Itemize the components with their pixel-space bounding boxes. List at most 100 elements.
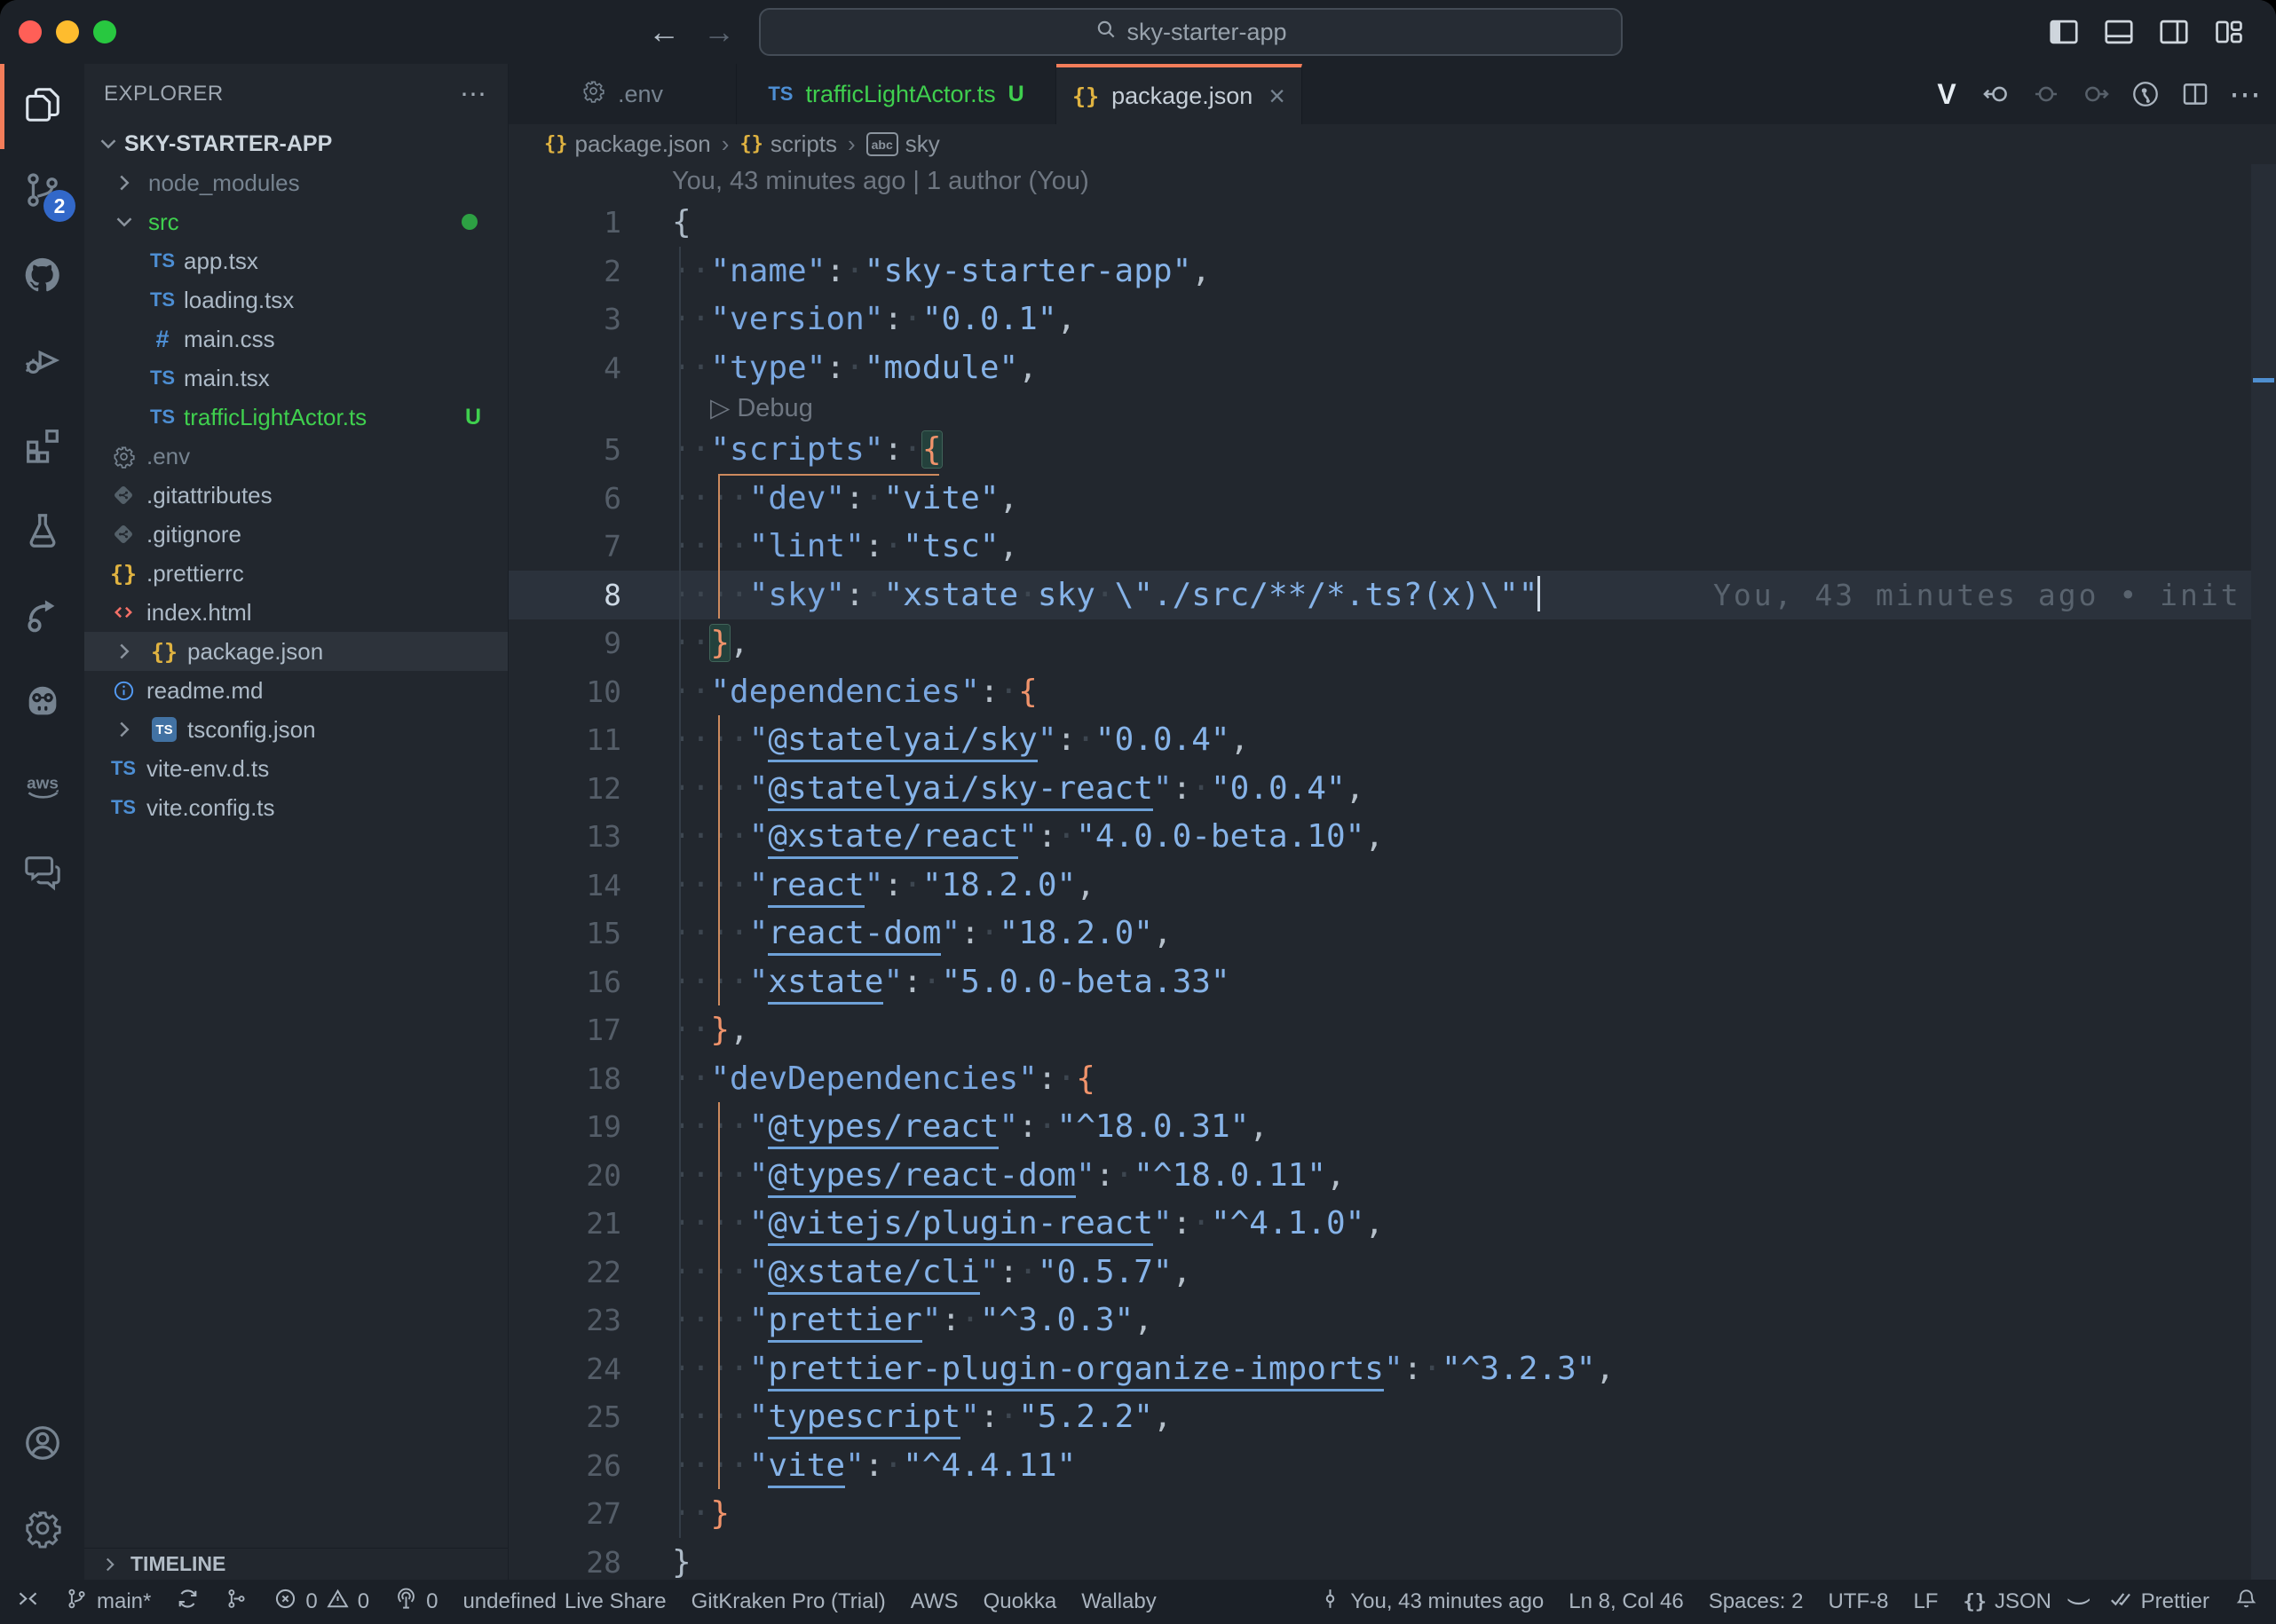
- tree-item-main-tsx[interactable]: TSmain.tsx: [84, 359, 508, 398]
- status-notifications[interactable]: [2234, 1587, 2258, 1617]
- activity-explorer-button[interactable]: [0, 64, 84, 149]
- code-line-17[interactable]: 17··},: [509, 1005, 2251, 1054]
- activity-settings-button[interactable]: [0, 1487, 84, 1573]
- status-prettier[interactable]: Prettier: [2109, 1587, 2209, 1617]
- status-sync[interactable]: [176, 1587, 200, 1617]
- open-changes-icon[interactable]: [2029, 79, 2063, 109]
- forward-arrow-icon[interactable]: →: [703, 12, 735, 51]
- tab-trafficlightactor[interactable]: TStrafficLightActor.tsU: [737, 64, 1056, 124]
- code-line-12[interactable]: 12····"@statelyai/sky-react":·"0.0.4",: [509, 764, 2251, 813]
- code-line-18[interactable]: 18··"devDependencies":·{: [509, 1054, 2251, 1103]
- code-line-10[interactable]: 10··"dependencies":·{: [509, 667, 2251, 716]
- status-encoding[interactable]: UTF-8: [1828, 1589, 1888, 1614]
- code-line-25[interactable]: 25····"typescript":·"5.2.2",: [509, 1392, 2251, 1441]
- code-line-23[interactable]: 23····"prettier":·"^3.0.3",: [509, 1296, 2251, 1344]
- tree-item-tsconfig-json[interactable]: TStsconfig.json: [84, 710, 508, 749]
- dependency-link[interactable]: react-dom: [768, 915, 941, 956]
- code-line-19[interactable]: 19····"@types/react":·"^18.0.31",: [509, 1102, 2251, 1151]
- status-gitkraken[interactable]: GitKraken Pro (Trial): [691, 1589, 886, 1614]
- tree-item-trafficlightactor-ts[interactable]: TStrafficLightActor.tsU: [84, 398, 508, 437]
- more-actions-icon[interactable]: ⋯: [2228, 75, 2262, 113]
- status-blame[interactable]: You, 43 minutes ago: [1318, 1587, 1544, 1617]
- code-line-3[interactable]: 3··"version":·"0.0.1",: [509, 295, 2251, 343]
- tree-item-index-html[interactable]: index.html: [84, 593, 508, 632]
- code-line-4[interactable]: 4··"type":·"module",: [509, 343, 2251, 392]
- status-remote[interactable]: [16, 1587, 40, 1617]
- status-eol[interactable]: LF: [1913, 1589, 1938, 1614]
- code-line-6[interactable]: 6····"dev":·"vite",: [509, 474, 2251, 523]
- close-window-button[interactable]: [19, 20, 42, 43]
- tree-root-folder[interactable]: SKY-STARTER-APP: [84, 124, 508, 163]
- dependency-link[interactable]: xstate: [768, 964, 883, 1005]
- code-line-22[interactable]: 22····"@xstate/cli":·"0.5.7",: [509, 1248, 2251, 1297]
- code-line-2[interactable]: 2··"name":·"sky-starter-app",: [509, 247, 2251, 296]
- dependency-link[interactable]: prettier: [768, 1302, 921, 1343]
- code-line-24[interactable]: 24····"prettier-plugin-organize-imports"…: [509, 1344, 2251, 1393]
- code-line-27[interactable]: 27··}: [509, 1489, 2251, 1538]
- gitlens-commit-icon[interactable]: [2129, 79, 2162, 109]
- activity-source-control-button[interactable]: 2: [0, 149, 84, 234]
- command-center-search[interactable]: sky-starter-app: [759, 8, 1623, 56]
- toggle-panel-icon[interactable]: [2102, 15, 2136, 53]
- dependency-link[interactable]: @vitejs/plugin-react: [768, 1205, 1152, 1246]
- tab-package-json[interactable]: {}package.json×: [1056, 64, 1302, 124]
- code-line-1[interactable]: 1{: [509, 198, 2251, 247]
- dependency-link[interactable]: @statelyai/sky-react: [768, 770, 1152, 811]
- activity-github-button[interactable]: [0, 234, 84, 319]
- status-cursor-position[interactable]: Ln 8, Col 46: [1569, 1589, 1683, 1614]
- code-editor[interactable]: You, 43 minutes ago | 1 author (You)1{2·…: [509, 164, 2251, 1580]
- status-feedback[interactable]: ): [2076, 1589, 2084, 1616]
- code-line-9[interactable]: 9··},: [509, 619, 2251, 667]
- zoom-window-button[interactable]: [93, 20, 116, 43]
- tree-item-vite-config-ts[interactable]: TSvite.config.ts: [84, 788, 508, 827]
- code-line-26[interactable]: 26····"vite":·"^4.4.11": [509, 1441, 2251, 1490]
- code-line-15[interactable]: 15····"react-dom":·"18.2.0",: [509, 909, 2251, 958]
- open-changes-prev-icon[interactable]: [1980, 79, 2013, 109]
- tree-item-readme-md[interactable]: readme.md: [84, 671, 508, 710]
- code-line-14[interactable]: 14····"react":·"18.2.0",: [509, 861, 2251, 910]
- tree-item--gitattributes[interactable]: .gitattributes: [84, 476, 508, 515]
- code-line-21[interactable]: 21····"@vitejs/plugin-react":·"^4.1.0",: [509, 1199, 2251, 1248]
- dependency-link[interactable]: @types/react: [768, 1108, 999, 1149]
- dependency-link[interactable]: @xstate/cli: [768, 1254, 979, 1295]
- code-line-11[interactable]: 11····"@statelyai/sky":·"0.0.4",: [509, 715, 2251, 764]
- activity-accounts-button[interactable]: [0, 1402, 84, 1487]
- tree-item--gitignore[interactable]: .gitignore: [84, 515, 508, 554]
- dependency-link[interactable]: typescript: [768, 1399, 960, 1439]
- code-line-5[interactable]: 5··"scripts":·{: [509, 425, 2251, 474]
- status-live-share[interactable]: undefinedLive Share: [462, 1589, 666, 1614]
- code-line-13[interactable]: 13····"@xstate/react":·"4.0.0-beta.10",: [509, 812, 2251, 861]
- activity-run-debug-button[interactable]: [0, 319, 84, 405]
- customize-layout-icon[interactable]: [2212, 15, 2246, 53]
- toggle-secondary-sidebar-icon[interactable]: [2157, 15, 2191, 53]
- activity-live-share-button[interactable]: [0, 575, 84, 660]
- status-aws[interactable]: AWS: [911, 1589, 959, 1614]
- code-line-16[interactable]: 16····"xstate":·"5.0.0-beta.33": [509, 958, 2251, 1006]
- code-line-20[interactable]: 20····"@types/react-dom":·"^18.0.11",: [509, 1151, 2251, 1200]
- status-wallaby[interactable]: Wallaby: [1081, 1589, 1156, 1614]
- dependency-link[interactable]: @statelyai/sky: [768, 721, 1037, 762]
- code-line-28[interactable]: 28}: [509, 1538, 2251, 1581]
- explorer-more-actions-icon[interactable]: ⋯: [460, 79, 488, 110]
- dependency-link[interactable]: @xstate/react: [768, 818, 1018, 859]
- tree-item--env[interactable]: .env: [84, 437, 508, 476]
- tree-item--prettierrc[interactable]: {}.prettierrc: [84, 554, 508, 593]
- v-indicator-icon[interactable]: V: [1930, 78, 1964, 111]
- editor-scrollbar[interactable]: [2251, 164, 2276, 1580]
- status-ports[interactable]: 0: [394, 1587, 438, 1617]
- dependency-link[interactable]: vite: [768, 1447, 845, 1488]
- dependency-link[interactable]: react: [768, 867, 864, 908]
- status-compare[interactable]: [225, 1587, 249, 1617]
- tree-item-package-json[interactable]: {}package.json: [84, 632, 508, 671]
- activity-comments-button[interactable]: [0, 831, 84, 916]
- activity-extensions-button[interactable]: [0, 405, 84, 490]
- status-indentation[interactable]: Spaces: 2: [1709, 1589, 1804, 1614]
- tree-item-vite-env-d-ts[interactable]: TSvite-env.d.ts: [84, 749, 508, 788]
- activity-quokka-button[interactable]: [0, 660, 84, 745]
- code-line-8[interactable]: 8····"sky":·"xstate·sky·\"./src/**/*.ts?…: [509, 571, 2251, 619]
- breadcrumb-item-scripts[interactable]: {}scripts: [739, 130, 837, 158]
- tab-env[interactable]: .env: [509, 64, 737, 124]
- timeline-section[interactable]: TIMELINE: [84, 1548, 508, 1580]
- tree-item-src[interactable]: src: [84, 202, 508, 241]
- status-language-mode[interactable]: {}JSON: [1963, 1589, 2051, 1614]
